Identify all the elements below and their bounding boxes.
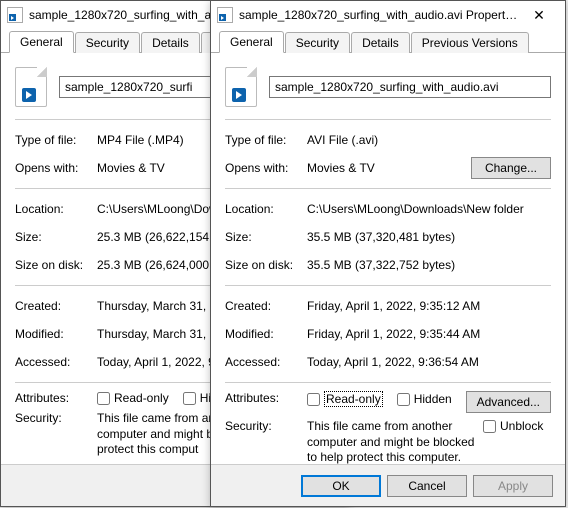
value-location: C:\Users\MLoong\Downloads\New folder [307,202,551,216]
label-created: Created: [15,299,91,313]
apply-button[interactable]: Apply [473,475,553,497]
label-sizeondisk: Size on disk: [225,258,301,272]
label-accessed: Accessed: [225,355,301,369]
filename-input[interactable] [269,76,551,98]
dialog-footer: OK Cancel Apply [211,464,565,506]
value-size: 35.5 MB (37,320,481 bytes) [307,230,551,244]
value-modified: Friday, April 1, 2022, 9:35:44 AM [307,327,551,341]
label-accessed: Accessed: [15,355,91,369]
label-modified: Modified: [225,327,301,341]
titlebar[interactable]: sample_1280x720_surfing_with_audio.avi P… [211,1,565,29]
label-type: Type of file: [15,133,91,147]
close-button[interactable]: ✕ [519,1,559,29]
checkbox-unblock[interactable]: Unblock [483,419,543,433]
tab-details[interactable]: Details [351,32,410,53]
change-button[interactable]: Change... [471,157,551,179]
checkbox-readonly[interactable]: Read-only [307,391,383,407]
label-size: Size: [15,230,91,244]
tab-details[interactable]: Details [141,32,200,53]
tab-general[interactable]: General [219,31,284,53]
label-attributes: Attributes: [225,391,301,405]
label-security: Security: [225,419,301,433]
checkbox-hidden[interactable]: Hidden [397,392,452,406]
security-text: This file came from another computer and… [307,419,477,466]
tab-security[interactable]: Security [75,32,140,53]
window-title: sample_1280x720_surfing_with_audio.avi P… [239,8,519,22]
label-location: Location: [15,202,91,216]
tab-security[interactable]: Security [285,32,350,53]
label-location: Location: [225,202,301,216]
label-type: Type of file: [225,133,301,147]
label-modified: Modified: [15,327,91,341]
ok-button[interactable]: OK [301,475,381,497]
file-type-icon [15,67,47,107]
value-type: AVI File (.avi) [307,133,551,147]
tabstrip: General Security Details Previous Versio… [211,29,565,53]
label-security: Security: [15,411,91,425]
cancel-button[interactable]: Cancel [387,475,467,497]
value-created: Friday, April 1, 2022, 9:35:12 AM [307,299,551,313]
tab-previous-versions[interactable]: Previous Versions [411,32,529,53]
value-accessed: Today, April 1, 2022, 9:36:54 AM [307,355,551,369]
label-size: Size: [225,230,301,244]
checkbox-readonly[interactable]: Read-only [97,391,169,405]
video-file-icon [217,7,233,23]
value-sizeondisk: 35.5 MB (37,322,752 bytes) [307,258,551,272]
properties-dialog-front: sample_1280x720_surfing_with_audio.avi P… [210,0,566,507]
label-opens: Opens with: [15,161,91,175]
label-opens: Opens with: [225,161,301,175]
tab-general[interactable]: General [9,31,74,53]
value-opens: Movies & TV [307,161,465,175]
file-type-icon [225,67,257,107]
label-created: Created: [225,299,301,313]
label-attributes: Attributes: [15,391,91,405]
video-file-icon [7,7,23,23]
advanced-button[interactable]: Advanced... [466,391,551,413]
label-sizeondisk: Size on disk: [15,258,91,272]
